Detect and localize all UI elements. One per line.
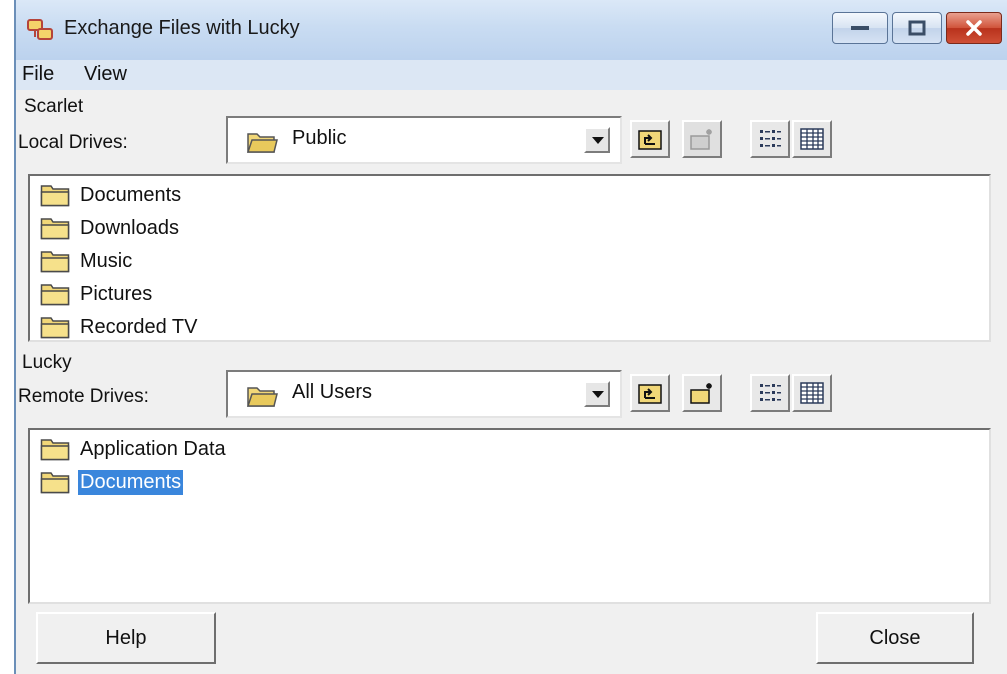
new-folder-icon <box>690 129 712 150</box>
list-item[interactable]: Music <box>40 246 134 276</box>
local-list-view-button[interactable] <box>750 120 790 158</box>
list-item[interactable]: Recorded TV <box>40 312 199 342</box>
minimize-button[interactable] <box>832 12 888 44</box>
local-dropdown-arrow[interactable] <box>584 127 610 153</box>
local-drives-label: Local Drives: <box>18 132 128 153</box>
chevron-down-icon <box>592 137 604 144</box>
remote-drives-label: Remote Drives: <box>18 386 149 407</box>
list-item-label: Music <box>80 249 133 272</box>
new-folder-icon <box>690 383 712 404</box>
up-folder-icon <box>638 384 662 404</box>
list-view-icon <box>760 384 781 401</box>
exchange-files-window: Exchange Files with Lucky File View Scar… <box>14 0 1007 674</box>
local-up-folder-button[interactable] <box>630 120 670 158</box>
chevron-down-icon <box>592 391 604 398</box>
remote-new-folder-button[interactable] <box>682 374 722 412</box>
two-computers-icon <box>27 19 53 40</box>
remote-selected-drive: All Users <box>292 381 373 403</box>
folder-icon <box>40 317 70 339</box>
remote-dropdown-arrow[interactable] <box>584 381 610 407</box>
folder-icon <box>40 251 70 273</box>
local-drives-dropdown[interactable]: Public <box>226 116 622 164</box>
list-item[interactable]: Pictures <box>40 279 154 309</box>
local-selected-drive: Public <box>292 127 347 149</box>
local-new-folder-button[interactable] <box>682 120 722 158</box>
folder-icon <box>40 439 70 461</box>
local-files-list[interactable]: Documents Downloads Music Pictures Recorded … <box>28 174 991 342</box>
remote-files-list[interactable]: Application Data Documents <box>28 428 991 604</box>
maximize-icon <box>908 20 926 36</box>
minimize-icon <box>851 26 869 30</box>
maximize-button[interactable] <box>892 12 942 44</box>
remote-list-view-button[interactable] <box>750 374 790 412</box>
remote-details-view-button[interactable] <box>792 374 832 412</box>
close-window-button[interactable] <box>946 12 1002 44</box>
remote-up-folder-button[interactable] <box>630 374 670 412</box>
folder-icon <box>40 472 70 494</box>
help-button[interactable]: Help <box>36 612 216 664</box>
local-details-view-button[interactable] <box>792 120 832 158</box>
close-button[interactable]: Close <box>816 612 974 664</box>
folder-icon <box>40 185 70 207</box>
list-item[interactable]: Documents <box>40 467 184 497</box>
menu-bar: File View <box>16 60 1007 90</box>
list-item-label: Documents <box>78 469 184 495</box>
close-icon <box>966 20 982 36</box>
list-item-label: Application Data <box>80 437 226 460</box>
list-item-label: Recorded TV <box>80 315 198 338</box>
list-item[interactable]: Downloads <box>40 213 181 243</box>
remote-drives-dropdown[interactable]: All Users <box>226 370 622 418</box>
window-title: Exchange Files with Lucky <box>64 17 300 39</box>
list-item-label: Downloads <box>80 216 179 239</box>
list-item[interactable]: Application Data <box>40 434 228 464</box>
details-view-icon <box>800 382 824 404</box>
list-item[interactable]: Documents <box>40 180 183 210</box>
title-bar[interactable]: Exchange Files with Lucky <box>16 0 1007 60</box>
list-item-label: Documents <box>80 183 182 206</box>
menu-file[interactable]: File <box>22 63 54 86</box>
details-view-icon <box>800 128 824 150</box>
folder-icon <box>246 133 278 153</box>
folder-icon <box>40 218 70 240</box>
local-computer-name: Scarlet <box>24 96 84 117</box>
menu-view[interactable]: View <box>84 63 127 86</box>
folder-icon <box>246 387 278 407</box>
folder-icon <box>40 284 70 306</box>
remote-computer-name: Lucky <box>22 352 72 373</box>
list-view-icon <box>760 130 781 147</box>
up-folder-icon <box>638 130 662 150</box>
list-item-label: Pictures <box>80 282 153 305</box>
